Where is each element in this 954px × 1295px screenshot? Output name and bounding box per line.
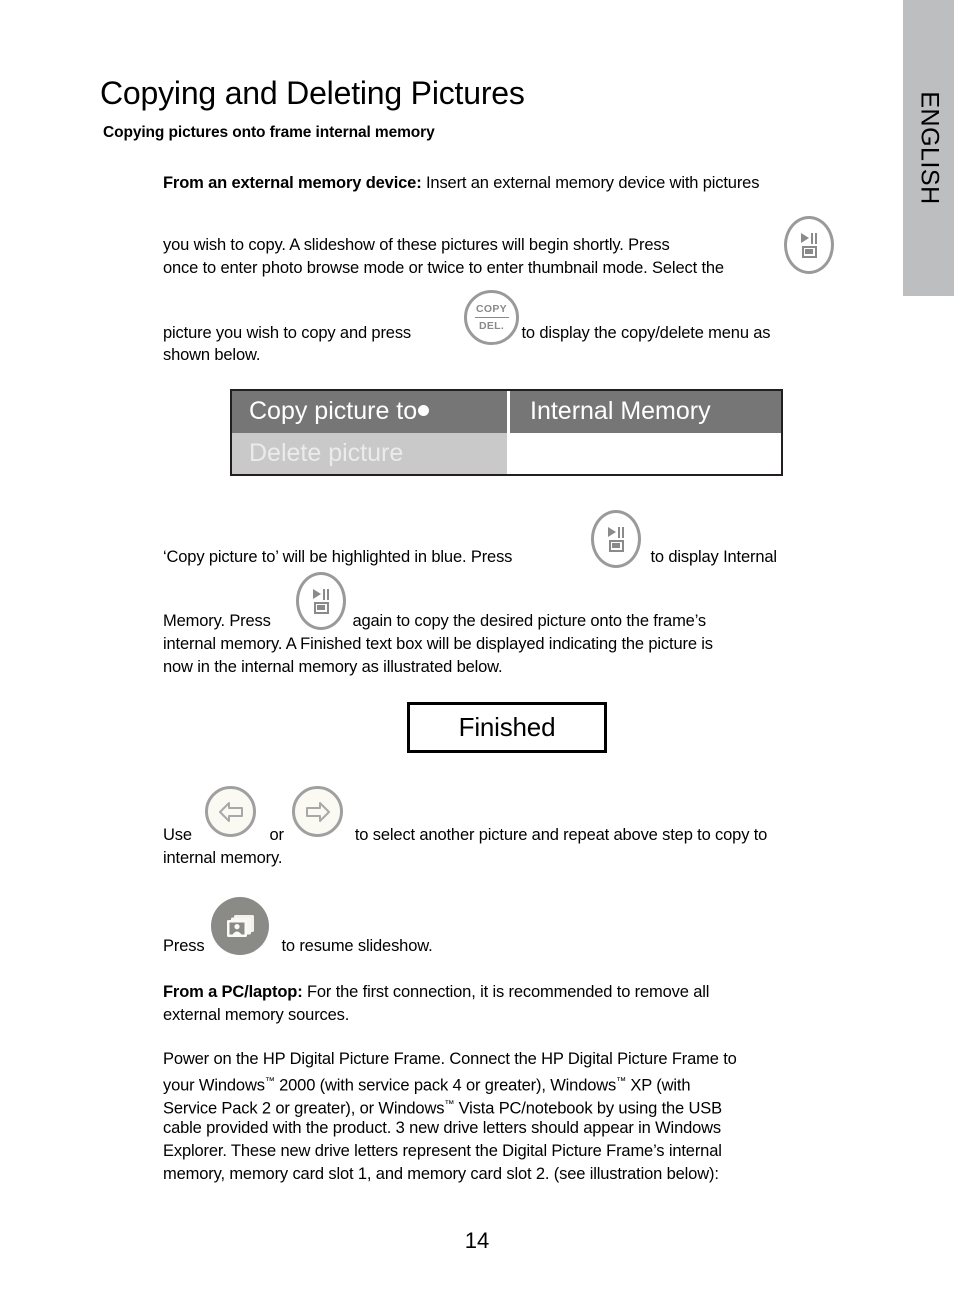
- selection-bullet: [418, 405, 430, 417]
- paragraph-copy-highlighted-b: to display Internal: [650, 548, 777, 566]
- external-device-rest: Insert an external memory device with pi…: [421, 174, 760, 192]
- paragraph-internal-memory-cont: internal memory.: [163, 849, 283, 867]
- pc-laptop-rest: For the first connection, it is recommen…: [302, 983, 710, 1001]
- paragraph-copy-highlighted: ‘Copy picture to’ will be highlighted in…: [163, 546, 883, 569]
- paragraph-pc-laptop: From a PC/laptop: For the first connecti…: [163, 981, 863, 1004]
- pause-bar-1: [617, 526, 620, 538]
- paragraph-use-arrows-b: to select another picture and repeat abo…: [354, 826, 768, 844]
- page-number: 14: [464, 1228, 490, 1253]
- lead-in-pc-laptop: From a PC/laptop:: [163, 983, 303, 1001]
- pause-bar-2: [621, 526, 624, 538]
- menu-cell-copy-picture-to[interactable]: Copy picture to: [232, 391, 507, 433]
- pause-bar-1: [322, 588, 325, 600]
- paragraph-finished-textbox: internal memory. A Finished text box wil…: [163, 635, 713, 653]
- paragraph-resume-slideshow: Press to resume slideshow.: [163, 935, 883, 958]
- paragraph-illustrated-below: now in the internal memory as illustrate…: [163, 658, 503, 676]
- trademark-symbol-1: ™: [264, 1076, 275, 1087]
- menu-cell-internal-memory[interactable]: Internal Memory: [507, 391, 781, 433]
- paragraph-use-arrows-a: Use: [163, 826, 192, 844]
- service-pack-a: Service Pack 2 or greater), or Windows: [163, 1099, 445, 1118]
- paragraph-memory-press-a: Memory. Press: [163, 612, 271, 630]
- windows-xp-c: XP (with: [625, 1076, 691, 1095]
- paragraph-select-picture-a: picture you wish to copy and press: [163, 324, 412, 342]
- section-heading: Copying pictures onto frame internal mem…: [103, 124, 435, 141]
- copy-label: COPY: [476, 303, 507, 316]
- paragraph-memory-press-b: again to copy the desired picture onto t…: [352, 612, 707, 630]
- trademark-symbol-2: ™: [616, 1076, 626, 1087]
- paragraph-external-sources: external memory sources.: [163, 1006, 350, 1024]
- paragraph-press-once: you wish to copy. A slideshow of these p…: [163, 236, 670, 254]
- right-arrow-icon: [305, 801, 330, 822]
- play-triangle: [313, 589, 321, 599]
- paragraph-drive-letters: cable provided with the product. 3 new d…: [163, 1119, 722, 1137]
- paragraph-use-arrows: Use or to select another picture and rep…: [163, 824, 883, 847]
- play-triangle: [608, 527, 616, 537]
- page-title: Copying and Deleting Pictures: [100, 75, 525, 112]
- divider-line: [474, 316, 509, 319]
- paragraph-drive-letters-represent: Explorer. These new drive letters repres…: [163, 1142, 722, 1160]
- paragraph-select-picture-b: to display the copy/delete menu as: [521, 324, 771, 342]
- menu-label-delete-picture: Delete picture: [249, 438, 404, 467]
- menu-row-delete-picture[interactable]: Delete picture: [232, 432, 781, 474]
- paragraph-resume-slideshow-a: Press: [163, 937, 205, 955]
- menu-label-copy-picture-to: Copy picture to: [249, 397, 418, 426]
- finished-dialog: Finished: [407, 702, 607, 753]
- trademark-symbol-3: ™: [444, 1099, 455, 1110]
- lead-in-external-device: From an external memory device:: [163, 174, 422, 192]
- vista-usb-b: Vista PC/notebook by using the USB: [454, 1099, 723, 1118]
- paragraph-power-on: Power on the HP Digital Picture Frame. C…: [163, 1050, 737, 1068]
- paragraph-select-picture: picture you wish to copy and press to di…: [163, 322, 863, 345]
- menu-cell-delete-picture[interactable]: Delete picture: [232, 432, 507, 474]
- finished-dialog-label: Finished: [458, 712, 556, 742]
- copy-delete-menu-graphic: Copy picture to Internal Memory Delete p…: [230, 389, 783, 476]
- play-pause-glyph: [313, 588, 329, 600]
- menu-label-internal-memory: Internal Memory: [530, 397, 711, 426]
- play-pause-glyph: [608, 526, 624, 538]
- paragraph-copy-highlighted-a: ‘Copy picture to’ will be highlighted in…: [163, 548, 513, 566]
- paragraph-use-arrows-or: or: [269, 826, 284, 844]
- paragraph-card-slots: memory, memory card slot 1, and memory c…: [163, 1165, 719, 1183]
- pause-bar-2: [326, 588, 329, 600]
- paragraph-external-device-intro: From an external memory device: Insert a…: [163, 172, 863, 195]
- menu-cell-empty: [507, 432, 781, 474]
- paragraph-resume-slideshow-b: to resume slideshow.: [281, 937, 433, 955]
- windows-2000-a: your Windows: [163, 1076, 265, 1095]
- document-page: Copying and Deleting Pictures Copying pi…: [0, 0, 954, 1295]
- windows-2000-b: 2000 (with service pack 4 or greater), W…: [274, 1076, 617, 1095]
- paragraph-memory-press: Memory. Press again to copy the desired …: [163, 610, 883, 633]
- menu-row-copy-picture-to[interactable]: Copy picture to Internal Memory: [232, 391, 781, 433]
- paragraph-press-once-cont: once to enter photo browse mode or twice…: [163, 259, 724, 277]
- left-arrow-icon: [218, 801, 243, 822]
- paragraph-shown-below: shown below.: [163, 346, 261, 364]
